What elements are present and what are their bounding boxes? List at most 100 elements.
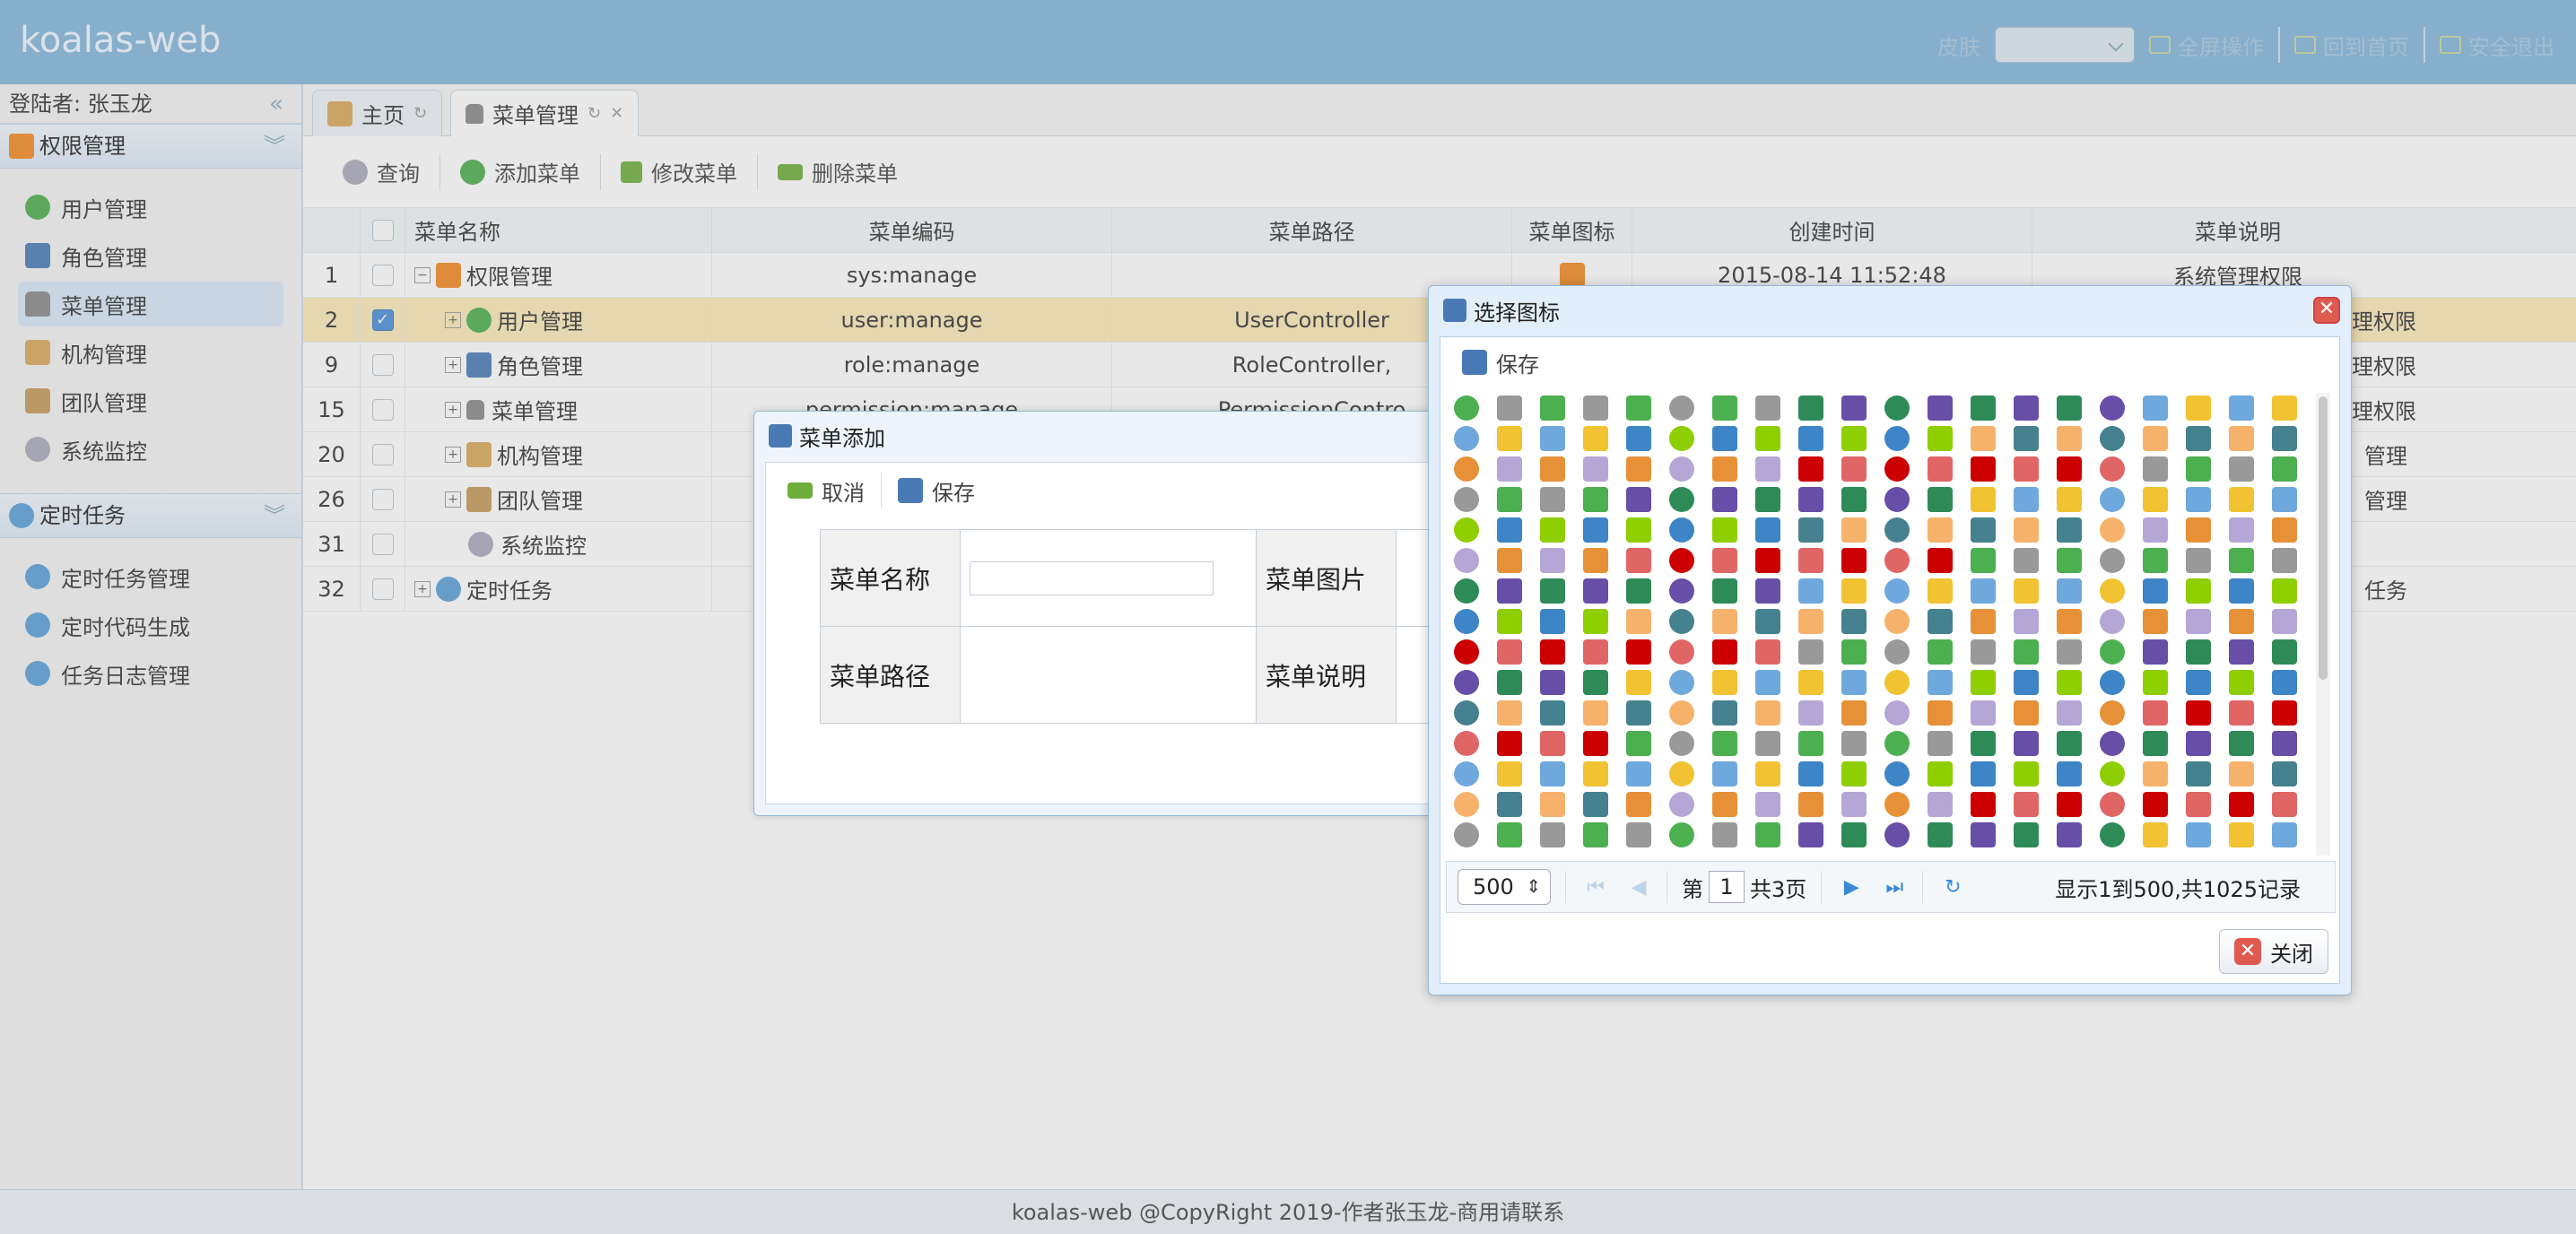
icon-option[interactable] — [2229, 548, 2254, 573]
last-page-icon[interactable]: ⏭ — [1881, 873, 1908, 900]
icon-option[interactable] — [1540, 761, 1565, 786]
scrollbar-thumb[interactable] — [2319, 396, 2328, 680]
icon-option[interactable] — [2143, 700, 2168, 726]
icon-option[interactable] — [1755, 822, 1780, 847]
icon-option[interactable] — [2014, 639, 2039, 665]
icon-option[interactable] — [2143, 487, 2168, 512]
icon-option[interactable] — [2143, 578, 2168, 604]
icon-option[interactable] — [1583, 517, 1608, 543]
icon-option[interactable] — [1712, 761, 1737, 786]
icon-option[interactable] — [1669, 670, 1694, 695]
icon-option[interactable] — [2186, 426, 2211, 451]
icon-option[interactable] — [1971, 517, 1996, 543]
icon-option[interactable] — [2100, 670, 2125, 695]
icon-option[interactable] — [1583, 578, 1608, 604]
icon-option[interactable] — [1884, 578, 1910, 604]
icon-option[interactable] — [1626, 731, 1651, 756]
icon-option[interactable] — [2100, 609, 2125, 634]
icon-option[interactable] — [1798, 578, 1823, 604]
icon-option[interactable] — [1669, 609, 1694, 634]
icon-option[interactable] — [1626, 609, 1651, 634]
icon-option[interactable] — [1798, 792, 1823, 817]
icon-option[interactable] — [1454, 456, 1479, 482]
icon-option[interactable] — [1626, 517, 1651, 543]
icon-option[interactable] — [1497, 426, 1522, 451]
icon-option[interactable] — [1626, 761, 1651, 786]
icon-option[interactable] — [1971, 456, 1996, 482]
icon-option[interactable] — [1540, 822, 1565, 847]
icon-option[interactable] — [1712, 395, 1737, 421]
icon-option[interactable] — [1583, 700, 1608, 726]
icon-option[interactable] — [1798, 731, 1823, 756]
icon-option[interactable] — [1841, 639, 1867, 665]
icon-option[interactable] — [2014, 609, 2039, 634]
icon-option[interactable] — [1497, 731, 1522, 756]
prev-page-icon[interactable]: ◀ — [1625, 873, 1652, 900]
icon-option[interactable] — [2100, 487, 2125, 512]
icon-option[interactable] — [2186, 395, 2211, 421]
icon-option[interactable] — [1971, 578, 1996, 604]
icon-option[interactable] — [1712, 822, 1737, 847]
icon-option[interactable] — [1798, 426, 1823, 451]
icon-option[interactable] — [2186, 670, 2211, 695]
icon-option[interactable] — [1798, 761, 1823, 786]
icon-option[interactable] — [2272, 517, 2297, 543]
icon-option[interactable] — [2272, 700, 2297, 726]
icon-option[interactable] — [1755, 761, 1780, 786]
icon-option[interactable] — [1497, 670, 1522, 695]
icon-option[interactable] — [2229, 670, 2254, 695]
icon-option[interactable] — [1884, 670, 1910, 695]
icon-option[interactable] — [1497, 700, 1522, 726]
icon-option[interactable] — [1497, 578, 1522, 604]
icon-option[interactable] — [1841, 609, 1867, 634]
icon-option[interactable] — [1884, 609, 1910, 634]
icon-option[interactable] — [1454, 731, 1479, 756]
icon-option[interactable] — [2272, 578, 2297, 604]
icon-option[interactable] — [1755, 639, 1780, 665]
icon-option[interactable] — [2229, 578, 2254, 604]
icon-option[interactable] — [2100, 639, 2125, 665]
icon-option[interactable] — [1626, 487, 1651, 512]
icon-option[interactable] — [1755, 456, 1780, 482]
icon-option[interactable] — [1497, 456, 1522, 482]
icon-option[interactable] — [1798, 670, 1823, 695]
icon-option[interactable] — [2143, 761, 2168, 786]
icon-option[interactable] — [2272, 822, 2297, 847]
icon-option[interactable] — [1755, 395, 1780, 421]
icon-option[interactable] — [1971, 731, 1996, 756]
icon-option[interactable] — [1928, 487, 1953, 512]
icon-option[interactable] — [1798, 639, 1823, 665]
icon-option[interactable] — [1712, 517, 1737, 543]
icon-option[interactable] — [2143, 792, 2168, 817]
icon-option[interactable] — [1971, 639, 1996, 665]
icon-option[interactable] — [1755, 578, 1780, 604]
icon-option[interactable] — [2100, 517, 2125, 543]
icon-option[interactable] — [1540, 639, 1565, 665]
icon-option[interactable] — [2186, 639, 2211, 665]
icon-option[interactable] — [1454, 609, 1479, 634]
icon-option[interactable] — [2186, 456, 2211, 482]
icon-option[interactable] — [2100, 548, 2125, 573]
icon-option[interactable] — [1971, 792, 1996, 817]
icon-option[interactable] — [1540, 731, 1565, 756]
icon-option[interactable] — [1669, 700, 1694, 726]
dialog-close-icon[interactable]: ✕ — [2313, 297, 2340, 324]
icon-option[interactable] — [1928, 670, 1953, 695]
icon-option[interactable] — [2229, 761, 2254, 786]
icon-option[interactable] — [2100, 426, 2125, 451]
icon-option[interactable] — [1971, 395, 1996, 421]
icon-option[interactable] — [2057, 609, 2082, 634]
icon-option[interactable] — [1884, 822, 1910, 847]
icon-option[interactable] — [1798, 700, 1823, 726]
icon-option[interactable] — [2014, 670, 2039, 695]
icon-option[interactable] — [1454, 487, 1479, 512]
icon-option[interactable] — [1928, 517, 1953, 543]
icon-option[interactable] — [1626, 426, 1651, 451]
icon-option[interactable] — [1669, 395, 1694, 421]
icon-option[interactable] — [1971, 487, 1996, 512]
icon-option[interactable] — [1454, 517, 1479, 543]
icon-option[interactable] — [1626, 578, 1651, 604]
icon-option[interactable] — [1626, 792, 1651, 817]
icon-option[interactable] — [1583, 426, 1608, 451]
icon-option[interactable] — [1884, 639, 1910, 665]
